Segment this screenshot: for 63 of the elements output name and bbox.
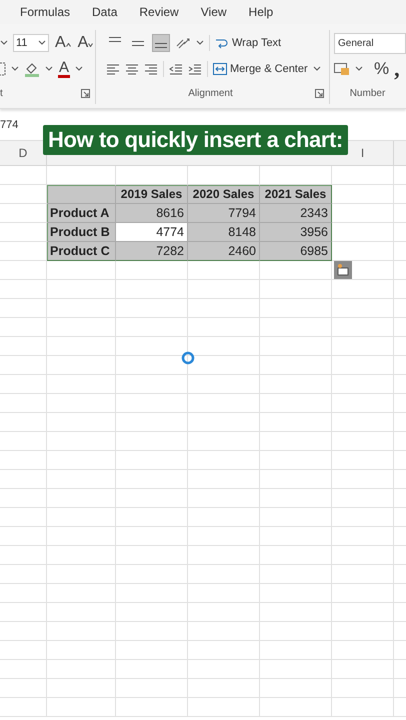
caret-icon[interactable] (196, 40, 204, 46)
column-header-cell[interactable]: 2021 Sales (260, 185, 332, 204)
dialog-launcher-icon[interactable] (81, 88, 90, 98)
font-color-button[interactable]: A (58, 60, 70, 78)
increase-indent-icon[interactable] (188, 62, 202, 76)
up-caret-icon (66, 43, 71, 47)
menu-tab[interactable]: View (200, 5, 227, 19)
column-header-cell[interactable]: 2019 Sales (116, 185, 188, 204)
merge-cells-icon (213, 62, 227, 76)
table-cell[interactable]: 4774 (116, 223, 188, 242)
bottom-align-button[interactable] (152, 34, 170, 52)
group-label: Alignment (187, 88, 234, 98)
menu-tab[interactable]: Formulas (20, 5, 70, 19)
caret-icon[interactable] (75, 66, 84, 72)
menu-tab[interactable]: Data (92, 5, 118, 19)
shrink-font-button[interactable]: A (76, 34, 94, 52)
borders-icon[interactable] (0, 62, 6, 76)
table-cell[interactable]: 6985 (260, 242, 332, 261)
caret-icon[interactable] (312, 66, 321, 72)
menu-tab[interactable]: Help (248, 5, 274, 19)
column-header[interactable]: I (358, 146, 368, 160)
number-format-field[interactable]: General (334, 32, 406, 54)
group-label: t (0, 88, 3, 98)
caret-icon[interactable] (45, 66, 53, 72)
row-label-cell[interactable]: Product C (47, 242, 116, 261)
caret-icon[interactable] (11, 66, 19, 72)
align-right-icon[interactable] (144, 62, 158, 76)
caption-banner: How to quickly insert a chart: (43, 125, 348, 155)
percent-style-button[interactable]: % (374, 59, 390, 79)
caret-icon[interactable] (355, 66, 363, 72)
align-left-icon[interactable] (106, 62, 120, 76)
group-label: Number (348, 88, 386, 98)
accounting-format-icon[interactable] (334, 62, 350, 76)
table-cell[interactable]: 3956 (260, 223, 332, 242)
orientation-icon[interactable] (175, 36, 191, 50)
font-size-field[interactable]: 11 (13, 34, 49, 52)
merge-center-button[interactable]: Merge & Center (213, 62, 308, 76)
fill-color-icon[interactable] (24, 61, 40, 77)
align-lines-icon (109, 37, 121, 42)
dialog-launcher-icon[interactable] (315, 88, 324, 98)
column-header-cell[interactable]: 2020 Sales (188, 185, 260, 204)
row-label-cell[interactable]: Product A (47, 204, 116, 223)
row-label-cell[interactable]: Product B (47, 223, 116, 242)
loading-icon (181, 351, 195, 365)
caret-icon (38, 40, 46, 46)
align-center-icon[interactable] (125, 62, 139, 76)
table-corner-cell[interactable] (47, 185, 116, 204)
quick-analysis-icon[interactable] (334, 261, 352, 279)
table-cell[interactable]: 8616 (116, 204, 188, 223)
table-cell[interactable]: 8148 (188, 223, 260, 242)
formula-value[interactable]: 774 (0, 118, 18, 130)
caret-icon[interactable] (0, 40, 8, 46)
down-caret-icon (88, 43, 94, 47)
wrap-text-button[interactable]: Wrap Text (215, 36, 282, 50)
grow-font-button[interactable]: A (54, 34, 72, 52)
align-lines-icon (155, 43, 167, 48)
table-cell[interactable]: 7794 (188, 204, 260, 223)
align-lines-icon (132, 40, 144, 46)
table-cell[interactable]: 7282 (116, 242, 188, 261)
decrease-indent-icon[interactable] (169, 62, 183, 76)
table-cell[interactable]: 2460 (188, 242, 260, 261)
table-cell[interactable]: 2343 (260, 204, 332, 223)
menu-tab[interactable]: Review (139, 5, 179, 19)
